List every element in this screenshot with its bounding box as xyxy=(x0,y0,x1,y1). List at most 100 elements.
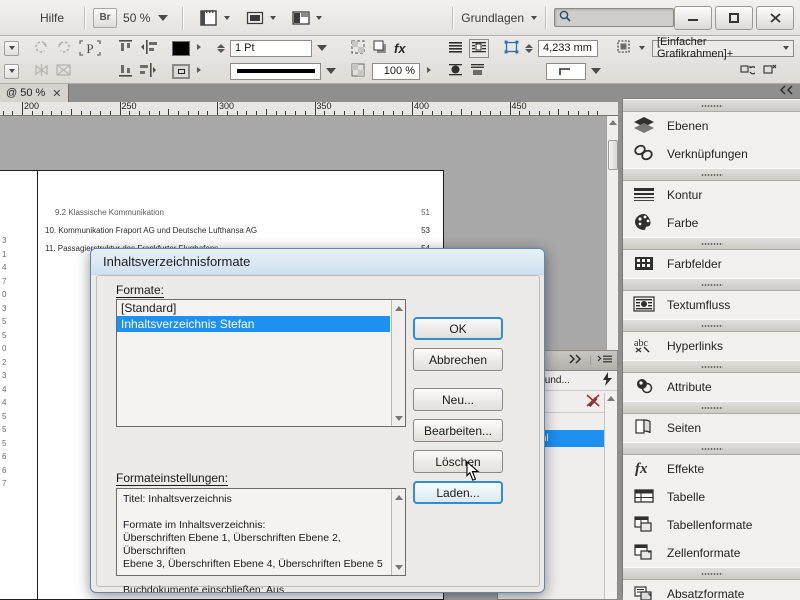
clear-overrides-icon[interactable] xyxy=(740,63,758,79)
drag-handle-icon[interactable] xyxy=(700,571,723,576)
drag-handle-icon[interactable] xyxy=(700,172,723,177)
drag-handle-icon[interactable] xyxy=(700,323,723,328)
drag-handle-icon[interactable] xyxy=(700,446,723,451)
sidebar-item-ebenen[interactable]: Ebenen xyxy=(623,112,800,140)
chevron-down-icon[interactable] xyxy=(639,46,645,50)
panel-group-header[interactable] xyxy=(623,319,800,332)
stroke-weight-field[interactable]: 1 Pt xyxy=(230,39,312,57)
transparency-icon[interactable] xyxy=(350,39,367,58)
workspace-switcher[interactable]: Grundlagen xyxy=(461,11,537,25)
panel-group-header[interactable] xyxy=(623,278,800,291)
sidebar-item-attribute[interactable]: Attribute xyxy=(623,373,800,401)
close-button[interactable] xyxy=(756,5,794,30)
scrollbar-thumb[interactable] xyxy=(608,140,618,170)
scroll-down-icon[interactable] xyxy=(392,411,405,425)
sidebar-item-zellenformate[interactable]: Zellenformate xyxy=(623,539,800,567)
scroll-up-icon[interactable] xyxy=(392,301,405,315)
maximize-button[interactable] xyxy=(715,5,753,30)
minimize-button[interactable] xyxy=(674,5,712,30)
l-schen-button[interactable]: Löschen xyxy=(413,450,503,473)
close-icon[interactable]: ✕ xyxy=(52,87,61,100)
horizontal-ruler[interactable]: 20025030035040045050 xyxy=(0,102,606,116)
panel-group-header[interactable] xyxy=(623,99,800,112)
list-item[interactable]: [Standard] xyxy=(117,300,390,316)
stroke-weight-stepper[interactable] xyxy=(217,43,225,53)
menu-item-hilfe[interactable]: Hilfe xyxy=(0,11,76,25)
neu-button[interactable]: Neu... xyxy=(413,388,503,411)
formats-listbox[interactable]: [Standard] Inhaltsverzeichnis Stefan xyxy=(116,299,406,427)
panel-group-header[interactable] xyxy=(623,401,800,414)
drag-handle-icon[interactable] xyxy=(700,103,723,108)
text-wrap-none-icon[interactable] xyxy=(447,39,464,58)
object-style-dropdown[interactable]: [Einfacher Grafikrahmen]+ xyxy=(652,36,794,60)
align-top-icon[interactable] xyxy=(117,39,134,58)
scroll-down-icon[interactable] xyxy=(392,560,405,574)
document-tab[interactable]: @ 50 % ✕ xyxy=(0,84,69,102)
stroke-swatch[interactable] xyxy=(172,63,190,79)
settings-textarea[interactable]: Titel: Inhaltsverzeichnis Formate im Inh… xyxy=(116,488,406,592)
search-field[interactable] xyxy=(573,11,668,24)
panel-menu-icon[interactable] xyxy=(597,354,613,367)
settings-scrollbar[interactable] xyxy=(391,489,405,575)
rotate-counterclockwise-icon[interactable] xyxy=(55,39,72,58)
chevron-down-icon[interactable] xyxy=(591,68,601,74)
sidebar-item-kontur[interactable]: Kontur xyxy=(623,181,800,209)
opacity-field[interactable]: 100 % xyxy=(372,62,420,80)
laden-button[interactable]: Laden... xyxy=(413,481,503,504)
corner-size-field[interactable]: 4,233 mm xyxy=(538,39,598,57)
search-input[interactable] xyxy=(554,8,674,27)
panel-group-header[interactable] xyxy=(623,567,800,580)
panel-group-header[interactable] xyxy=(623,237,800,250)
drag-handle-icon[interactable] xyxy=(700,364,723,369)
layout-view-dropdown[interactable] xyxy=(283,9,329,27)
sidebar-item-absatzformate[interactable]: Absatzformate xyxy=(623,580,800,600)
bridge-icon[interactable]: Br xyxy=(93,7,118,28)
rotate-clockwise-icon[interactable] xyxy=(33,39,50,58)
sidebar-item-seiten[interactable]: Seiten xyxy=(623,414,800,442)
delete-style-icon[interactable] xyxy=(585,392,601,411)
break-link-style-icon[interactable] xyxy=(763,63,778,79)
corner-type-field[interactable] xyxy=(546,62,586,80)
drag-handle-icon[interactable] xyxy=(700,241,723,246)
flip-horizontal-icon[interactable] xyxy=(33,62,50,81)
text-wrap-bbox-icon[interactable] xyxy=(469,38,489,58)
effects-icon[interactable]: fx xyxy=(394,41,406,56)
background-panel-scrollbar[interactable] xyxy=(604,393,617,599)
reference-point-dropdown-1[interactable] xyxy=(4,40,19,56)
stroke-dropdown-arrow[interactable] xyxy=(195,65,203,78)
flip-vertical-icon[interactable] xyxy=(55,62,72,81)
bearbeiten-button[interactable]: Bearbeiten... xyxy=(413,419,503,442)
text-wrap-jump-icon[interactable] xyxy=(469,62,486,81)
frame-view-dropdown[interactable] xyxy=(237,9,283,27)
chevron-down-icon[interactable] xyxy=(317,45,327,51)
sidebar-item-effekte[interactable]: fx Effekte xyxy=(623,455,800,483)
zoom-level-dropdown[interactable]: 50 % xyxy=(117,11,174,25)
stroke-type-field[interactable] xyxy=(230,62,321,80)
corner-size-stepper[interactable] xyxy=(525,43,533,53)
sidebar-item-tabellenformate[interactable]: Tabellenformate xyxy=(623,511,800,539)
text-wrap-shape-icon[interactable] xyxy=(447,62,464,81)
sidebar-item-hyperlinks[interactable]: abc Hyperlinks xyxy=(623,332,800,360)
scroll-up-icon[interactable] xyxy=(392,490,405,504)
align-bottom-icon[interactable] xyxy=(117,62,134,81)
drag-handle-icon[interactable] xyxy=(700,282,723,287)
list-item[interactable]: Inhaltsverzeichnis Stefan xyxy=(117,316,390,332)
abbrechen-button[interactable]: Abbrechen xyxy=(413,348,503,371)
panel-group-header[interactable] xyxy=(623,442,800,455)
drag-handle-icon[interactable] xyxy=(700,405,723,410)
distribute-icon[interactable] xyxy=(139,62,158,81)
formats-listbox-scrollbar[interactable] xyxy=(391,300,405,426)
corner-shape-icon[interactable] xyxy=(503,39,520,58)
sidebar-item-verkn-pfungen[interactable]: Verknüpfungen xyxy=(623,140,800,168)
align-left-icon[interactable] xyxy=(139,39,158,58)
collapse-right-icon[interactable] xyxy=(568,354,584,367)
fill-dropdown-arrow[interactable] xyxy=(195,42,203,55)
reference-point-dropdown-2[interactable] xyxy=(4,63,19,79)
collapse-panels-icon[interactable] xyxy=(779,84,795,98)
toc-styles-dialog[interactable]: Inhaltsverzeichnisformate Formate: [Stan… xyxy=(90,248,545,593)
panel-group-header[interactable] xyxy=(623,168,800,181)
sidebar-item-tabelle[interactable]: Tabelle xyxy=(623,483,800,511)
quick-apply-icon[interactable] xyxy=(601,371,613,390)
ok-button[interactable]: OK xyxy=(413,317,503,340)
fill-swatch[interactable] xyxy=(172,40,190,56)
